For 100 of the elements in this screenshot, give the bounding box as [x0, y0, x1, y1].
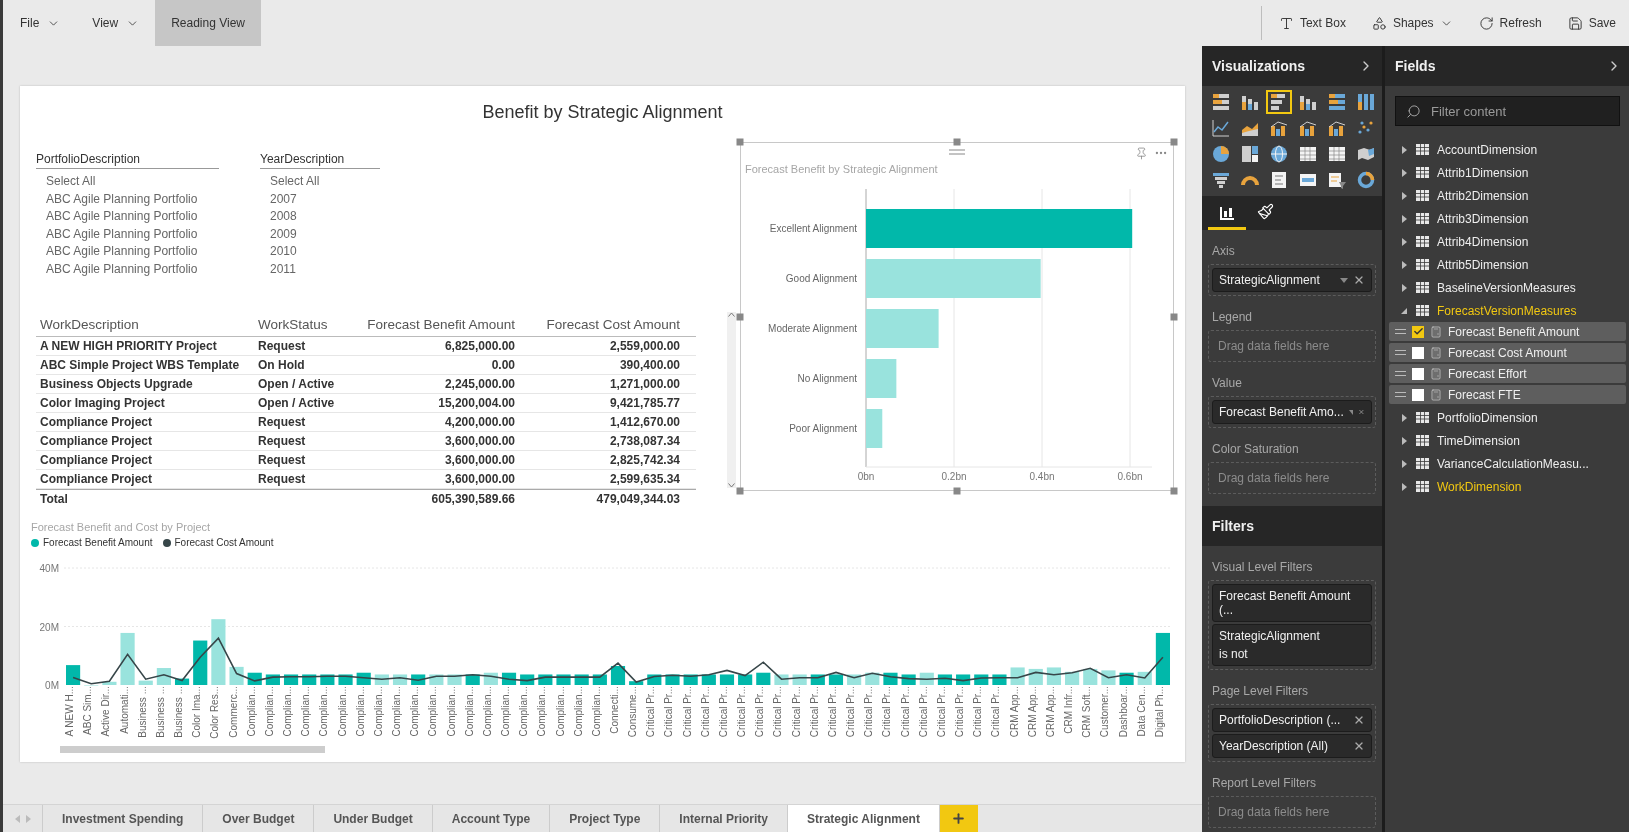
dropdown-caret-icon[interactable]: [1340, 277, 1348, 283]
table-cell-text: 2,245,000.00: [443, 377, 515, 391]
bar: [828, 674, 844, 685]
checkbox[interactable]: [1412, 388, 1424, 401]
expand-caret-icon[interactable]: [1401, 283, 1408, 292]
slicer-item[interactable]: 2008: [260, 208, 380, 226]
slicer-item[interactable]: Select All: [36, 173, 219, 191]
expand-caret-icon[interactable]: [1401, 413, 1408, 422]
expand-caret-icon[interactable]: [1401, 237, 1408, 246]
resize-handle[interactable]: [1170, 313, 1178, 320]
axis-label: Active Dir...: [100, 686, 112, 737]
search-box[interactable]: Filter content: [1395, 96, 1620, 126]
resize-handle[interactable]: [736, 138, 744, 146]
page-tab[interactable]: Account Type: [432, 805, 551, 832]
field-item[interactable]: Forecast FTE: [1389, 385, 1626, 404]
filter-well[interactable]: Forecast Benefit Amount (... StrategicAlignment is not: [1208, 580, 1376, 670]
toolbar-button[interactable]: Shapes: [1358, 0, 1466, 46]
resize-handle[interactable]: [1170, 138, 1178, 146]
slicer-item[interactable]: ABC Agile Planning Portfolio: [36, 260, 219, 278]
expand-caret-icon[interactable]: [1401, 306, 1408, 315]
slicer-item[interactable]: Select All: [260, 173, 380, 191]
checkbox[interactable]: [1412, 346, 1424, 359]
slicer-item[interactable]: 2011: [260, 260, 380, 278]
resize-handle[interactable]: [736, 313, 744, 320]
expand-caret-icon[interactable]: [1401, 191, 1408, 200]
visual-type-button[interactable]: [1266, 90, 1292, 114]
field-item[interactable]: Forecast Benefit Amount: [1389, 322, 1626, 341]
field-table-item[interactable]: Attrib5Dimension: [1385, 253, 1629, 276]
slicer-item[interactable]: 2010: [260, 243, 380, 261]
field-item[interactable]: Forecast Cost Amount: [1389, 343, 1626, 362]
close-icon[interactable]: [1353, 274, 1365, 286]
expand-caret-icon[interactable]: [1401, 459, 1408, 468]
toolbar-button[interactable]: Refresh: [1465, 0, 1555, 46]
toolbar-button[interactable]: Text Box: [1265, 0, 1359, 46]
expand-caret-icon[interactable]: [1401, 482, 1408, 491]
slicer-item[interactable]: ABC Agile Planning Portfolio: [36, 208, 219, 226]
check-icon: [1412, 326, 1424, 337]
checkbox[interactable]: [1412, 325, 1424, 338]
scrollbar[interactable]: [727, 312, 736, 488]
filter-card[interactable]: PortfolioDescription (...: [1212, 708, 1372, 732]
drag-grip-icon[interactable]: [1395, 350, 1406, 355]
slicer-item[interactable]: ABC Agile Planning Portfolio: [36, 243, 219, 261]
field-table-item[interactable]: Attrib3Dimension: [1385, 207, 1629, 230]
close-icon[interactable]: [1353, 714, 1365, 726]
menu-button[interactable]: View: [76, 0, 156, 46]
resize-handle[interactable]: [1170, 487, 1178, 495]
page-tab[interactable]: Over Budget: [203, 805, 315, 832]
expand-caret-icon[interactable]: [1401, 436, 1408, 445]
field-table-item[interactable]: ForecastVersionMeasures: [1385, 299, 1629, 322]
slicer-item[interactable]: 2007: [260, 190, 380, 208]
search-field[interactable]: Filter content: [1429, 102, 1609, 120]
drag-grip-icon[interactable]: [1395, 392, 1406, 397]
page-tab[interactable]: Project Type: [550, 805, 661, 832]
field-table-item[interactable]: PortfolioDimension: [1385, 406, 1629, 429]
resize-handle[interactable]: [736, 487, 744, 495]
drag-grip-icon[interactable]: [1395, 329, 1406, 334]
expand-caret-icon[interactable]: [1401, 168, 1408, 177]
menu-button[interactable]: Reading View: [155, 0, 261, 46]
checkbox[interactable]: [1412, 367, 1424, 380]
resize-handle[interactable]: [953, 487, 961, 495]
axis-label: Digital Ph...: [1153, 686, 1165, 738]
axis-label: Critical Pr...: [718, 686, 729, 738]
add-page-button[interactable]: [939, 805, 978, 832]
field-table-item[interactable]: Attrib4Dimension: [1385, 230, 1629, 253]
scroll-up-icon[interactable]: [728, 312, 735, 317]
filter-well[interactable]: PortfolioDescription (... YearDescription (All): [1208, 704, 1376, 762]
filter-card[interactable]: YearDescription (All): [1212, 734, 1372, 758]
expand-caret-icon[interactable]: [1401, 145, 1408, 154]
dropdown-caret-icon[interactable]: [1348, 409, 1354, 415]
slicer-item[interactable]: ABC Agile Planning Portfolio: [36, 225, 219, 243]
drag-handle-icon[interactable]: [949, 149, 965, 155]
filter-card[interactable]: StrategicAlignment is not: [1212, 624, 1372, 666]
drag-grip-icon[interactable]: [1395, 371, 1406, 376]
bar: [629, 681, 644, 685]
toolbar-button[interactable]: Save: [1554, 0, 1629, 46]
expand-caret-icon[interactable]: [1401, 260, 1408, 269]
field-table-item[interactable]: Attrib2Dimension: [1385, 184, 1629, 207]
slicer-item[interactable]: ABC Agile Planning Portfolio: [36, 190, 219, 208]
page-tab[interactable]: Investment Spending: [43, 805, 204, 832]
close-icon[interactable]: [1353, 740, 1365, 752]
resize-handle[interactable]: [953, 138, 961, 146]
table-name: Attrib3Dimension: [1437, 211, 1529, 226]
field-table-item[interactable]: WorkDimension: [1385, 475, 1629, 498]
field-table-item[interactable]: VarianceCalculationMeasu...: [1385, 452, 1629, 475]
filter-card[interactable]: Forecast Benefit Amount (...: [1212, 584, 1372, 622]
field-table-item[interactable]: TimeDimension: [1385, 429, 1629, 452]
page-tab[interactable]: Strategic Alignment: [788, 805, 940, 832]
menu-button[interactable]: File: [4, 0, 77, 46]
slicer-item[interactable]: 2009: [260, 225, 380, 243]
field-table-item[interactable]: Attrib1Dimension: [1385, 161, 1629, 184]
field-table-item[interactable]: AccountDimension: [1385, 138, 1629, 161]
field-item[interactable]: Forecast Effort: [1389, 364, 1626, 383]
scroll-down-icon[interactable]: [728, 483, 735, 488]
axis-label: 0.6bn: [1117, 471, 1143, 482]
page-tab[interactable]: Under Budget: [314, 805, 433, 832]
scrollbar[interactable]: [60, 746, 325, 753]
bar: [302, 674, 317, 685]
expand-caret-icon[interactable]: [1401, 214, 1408, 223]
field-table-item[interactable]: BaselineVersionMeasures: [1385, 276, 1629, 299]
table-icon: [1416, 144, 1429, 155]
